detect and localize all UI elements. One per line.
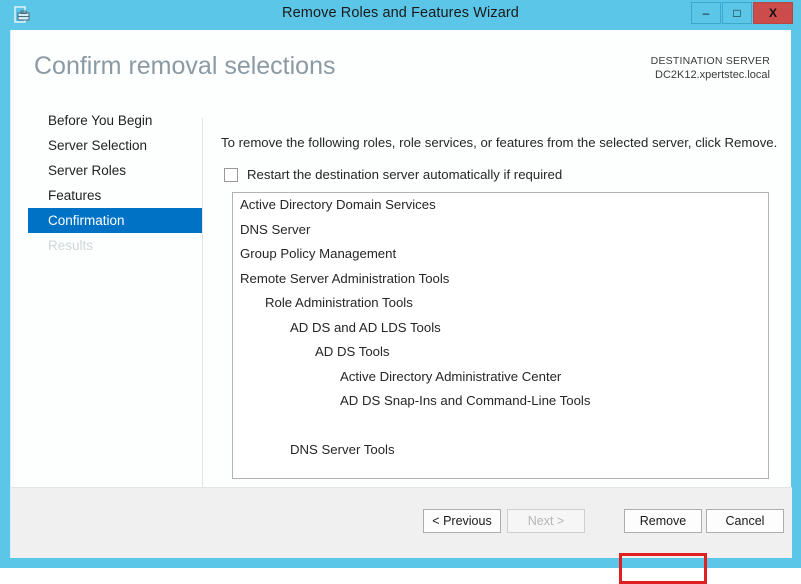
- list-item: DNS Server: [240, 221, 311, 237]
- wizard-navigation: Before You Begin Server Selection Server…: [11, 108, 202, 518]
- destination-server-value: DC2K12.xpertstec.local: [655, 69, 770, 81]
- window-title: Remove Roles and Features Wizard: [282, 5, 519, 21]
- previous-button[interactable]: < Previous: [423, 509, 501, 533]
- restart-checkbox[interactable]: [224, 168, 238, 182]
- page-title: Confirm removal selections: [34, 52, 336, 80]
- list-item: Active Directory Domain Services: [240, 197, 436, 212]
- list-item: AD DS and AD LDS Tools: [290, 319, 441, 335]
- sidebar-divider: [202, 118, 203, 530]
- destination-server-block: DESTINATION SERVER DC2K12.xpertstec.loca…: [651, 54, 770, 82]
- sidebar-item-server-selection[interactable]: Server Selection: [11, 133, 202, 158]
- title-bar: Remove Roles and Features Wizard – □ X: [0, 0, 801, 30]
- sidebar-item-confirmation[interactable]: Confirmation: [28, 208, 202, 233]
- list-item: AD DS Snap-Ins and Command-Line Tools: [340, 393, 591, 408]
- next-button: Next >: [507, 509, 585, 533]
- maximize-button[interactable]: □: [722, 2, 752, 24]
- wizard-window: Remove Roles and Features Wizard – □ X C…: [0, 0, 801, 584]
- list-item: Active Directory Administrative Center: [340, 368, 562, 384]
- list-item: Remote Server Administration Tools: [240, 270, 450, 286]
- remove-button[interactable]: Remove: [624, 509, 702, 533]
- destination-server-label: DESTINATION SERVER: [650, 55, 770, 67]
- wizard-footer: < Previous Next > Remove Cancel: [11, 487, 792, 558]
- list-item: AD DS Tools: [315, 344, 390, 359]
- sidebar-item-results: Results: [48, 238, 94, 253]
- wizard-client-area: Confirm removal selections DESTINATION S…: [10, 30, 792, 584]
- list-item: DNS Server Tools: [290, 441, 395, 457]
- minimize-button[interactable]: –: [691, 2, 721, 24]
- sidebar-item-before-you-begin[interactable]: Before You Begin: [11, 108, 202, 133]
- instruction-text: To remove the following roles, role serv…: [221, 135, 778, 150]
- cancel-button[interactable]: Cancel: [706, 509, 784, 533]
- close-button[interactable]: X: [753, 2, 793, 24]
- restart-checkbox-label: Restart the destination server automatic…: [247, 167, 563, 182]
- list-item: Role Administration Tools: [265, 295, 413, 310]
- removal-selections-list[interactable]: Active Directory Domain Services DNS Ser…: [232, 192, 769, 479]
- sidebar-item-server-roles[interactable]: Server Roles: [11, 158, 202, 183]
- sidebar-item-features[interactable]: Features: [11, 183, 202, 208]
- list-item: Group Policy Management: [240, 246, 397, 261]
